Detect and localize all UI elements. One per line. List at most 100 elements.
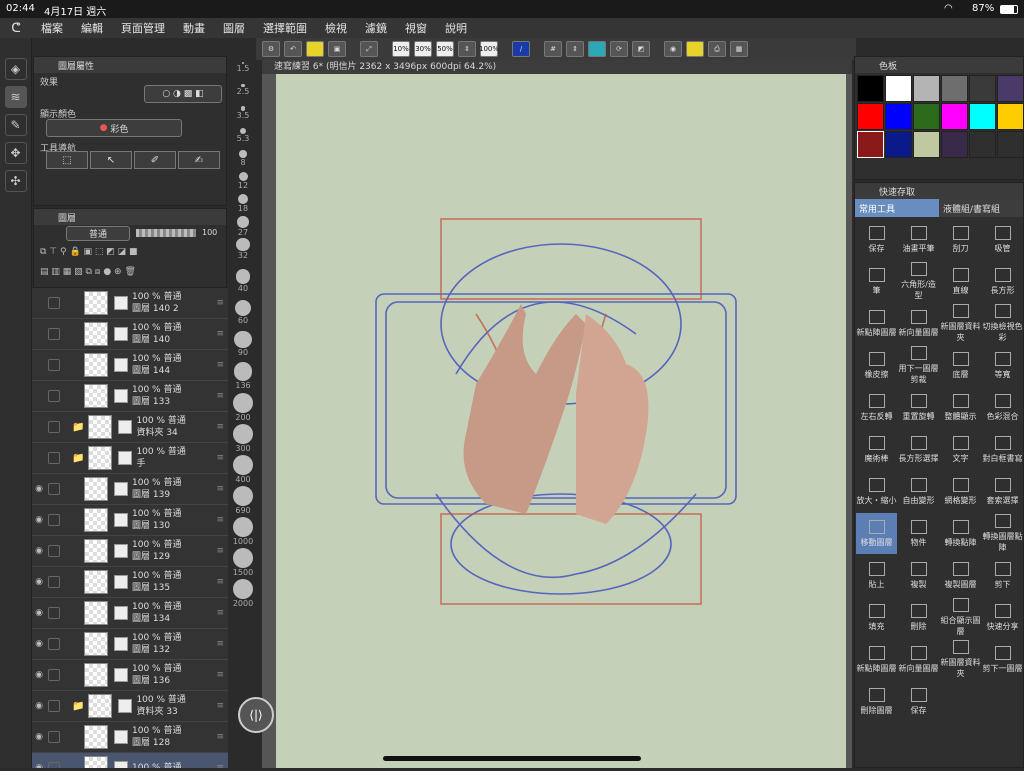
brush-size-option[interactable]: 400 <box>228 453 258 484</box>
circle-icon[interactable]: ◉ <box>664 41 682 57</box>
layer-checkbox[interactable] <box>48 762 60 768</box>
layer-row[interactable]: ◉ 100 % 普通 ≡ <box>32 753 228 768</box>
grid-icon[interactable]: # <box>544 41 562 57</box>
brush-size-option[interactable]: 1.5 <box>228 60 258 82</box>
tool-nav-select-icon[interactable]: ⬚ <box>46 151 88 169</box>
quick-access-item[interactable]: 自由變形 <box>898 471 939 512</box>
color-swatch[interactable] <box>913 131 940 158</box>
drag-handle-icon[interactable]: ≡ <box>216 732 224 742</box>
layer-checkbox[interactable] <box>48 390 60 402</box>
drag-handle-icon[interactable]: ≡ <box>216 701 224 711</box>
layer-checkbox[interactable] <box>48 421 60 433</box>
color-swatch[interactable] <box>997 75 1024 102</box>
layer-checkbox[interactable] <box>48 731 60 743</box>
menu-animation[interactable]: 動畫 <box>174 20 214 36</box>
fullscreen-icon[interactable]: ⤢ <box>360 41 378 57</box>
visibility-icon[interactable]: ◉ <box>32 639 46 649</box>
color-swatch[interactable] <box>997 131 1024 158</box>
quick-access-item[interactable]: 文字 <box>940 429 981 470</box>
quick-access-item[interactable]: 吸管 <box>982 219 1023 260</box>
layer-checkbox[interactable] <box>48 483 60 495</box>
layers-icon[interactable]: ≋ <box>4 86 27 108</box>
quick-access-item[interactable]: 新向量圖層 <box>898 303 939 344</box>
brush-size-option[interactable]: 5.3 <box>228 126 258 148</box>
quick-access-item[interactable]: 油畫平筆 <box>898 219 939 260</box>
quick-access-item[interactable]: 放大・縮小 <box>856 471 897 512</box>
menu-window[interactable]: 視窗 <box>396 20 436 36</box>
layer-row[interactable]: 100 % 普通 圖層 144 ≡ <box>32 350 228 381</box>
tab-common-tools[interactable]: 常用工具 <box>855 199 939 217</box>
drag-handle-icon[interactable]: ≡ <box>216 298 224 308</box>
drawing-canvas[interactable] <box>276 74 846 768</box>
layer-checkbox[interactable] <box>48 669 60 681</box>
drag-handle-icon[interactable]: ≡ <box>216 670 224 680</box>
layer-row[interactable]: ◉ 100 % 普通 圖層 128 ≡ <box>32 722 228 753</box>
flip-icon[interactable] <box>588 41 606 57</box>
layer-checkbox[interactable] <box>48 576 60 588</box>
color-swatch[interactable] <box>857 131 884 158</box>
quick-access-item[interactable]: 複製 <box>898 555 939 596</box>
save-icon[interactable] <box>306 41 324 57</box>
quick-access-item[interactable]: 保存 <box>898 681 939 722</box>
menu-layer[interactable]: 圖層 <box>214 20 254 36</box>
layer-checkbox[interactable] <box>48 297 60 309</box>
drag-handle-icon[interactable]: ≡ <box>216 608 224 618</box>
brush-size-option[interactable]: 18 <box>228 192 258 214</box>
layer-row[interactable]: ◉ 100 % 普通 圖層 136 ≡ <box>32 660 228 691</box>
color-swatch[interactable] <box>941 75 968 102</box>
quick-access-item[interactable]: 等寬 <box>982 345 1023 386</box>
canvas-nav-handle[interactable]: ⟨|⟩ <box>238 697 274 733</box>
quick-access-item[interactable]: 套索選擇 <box>982 471 1023 512</box>
app-logo-icon[interactable]: ᕦ <box>0 21 32 36</box>
brush-size-option[interactable]: 8 <box>228 148 258 170</box>
zoom-100-button[interactable]: 100% <box>479 41 499 57</box>
brush-size-option[interactable]: 40 <box>228 267 258 298</box>
layer-row[interactable]: 100 % 普通 圖層 133 ≡ <box>32 381 228 412</box>
quick-access-item[interactable]: 刪除 <box>898 597 939 638</box>
quick-access-item[interactable]: 轉換圖層點陣 <box>982 513 1023 554</box>
layer-checkbox[interactable] <box>48 359 60 371</box>
quick-access-item[interactable]: 用下一圖層剪裁 <box>898 345 939 386</box>
canvas-icon[interactable]: ▣ <box>328 41 346 57</box>
fit-icon[interactable]: ◩ <box>632 41 650 57</box>
color-swatch[interactable] <box>885 131 912 158</box>
layer-row[interactable]: ◉ 100 % 普通 圖層 132 ≡ <box>32 629 228 660</box>
drag-handle-icon[interactable]: ≡ <box>216 360 224 370</box>
visibility-icon[interactable]: ◉ <box>32 484 46 494</box>
color-swatch[interactable] <box>969 75 996 102</box>
quick-access-item[interactable]: 重置旋轉 <box>898 387 939 428</box>
brush-size-option[interactable]: 300 <box>228 422 258 453</box>
brush-size-option[interactable]: 2000 <box>228 577 258 608</box>
brush-size-option[interactable]: 200 <box>228 391 258 422</box>
drag-handle-icon[interactable]: ≡ <box>216 763 224 768</box>
canvas-tab[interactable]: 速寫練習 6* (明信片 2362 x 3496px 600dpi 64.2%) <box>262 60 852 74</box>
brush-size-option[interactable]: 1500 <box>228 546 258 577</box>
layer-checkbox[interactable] <box>48 700 60 712</box>
rotate-icon[interactable]: ⟳ <box>610 41 628 57</box>
drag-handle-icon[interactable]: ≡ <box>216 422 224 432</box>
menu-help[interactable]: 說明 <box>436 20 476 36</box>
tool-nav-arrow-icon[interactable]: ↖ <box>90 151 132 169</box>
brush-size-option[interactable]: 1000 <box>228 515 258 546</box>
quick-access-item[interactable]: 新點陣圖層 <box>856 303 897 344</box>
brush-size-option[interactable]: 690 <box>228 484 258 515</box>
visibility-icon[interactable]: ◉ <box>32 546 46 556</box>
quick-access-item[interactable]: 刪除圖層 <box>856 681 897 722</box>
visibility-icon[interactable]: ◉ <box>32 515 46 525</box>
quick-access-item[interactable]: 六角形/造型 <box>898 261 939 302</box>
color-swatch[interactable] <box>913 75 940 102</box>
layout-icon[interactable]: ▦ <box>730 41 748 57</box>
tool-nav-vector-icon[interactable]: ✐ <box>134 151 176 169</box>
drag-handle-icon[interactable]: ≡ <box>216 577 224 587</box>
zoom-10-button[interactable]: 10% <box>392 41 410 57</box>
zoom-30-button[interactable]: 30% <box>414 41 432 57</box>
visibility-icon[interactable]: ◉ <box>32 670 46 680</box>
visibility-icon[interactable]: ◉ <box>32 608 46 618</box>
brush-size-option[interactable]: 12 <box>228 170 258 192</box>
move-icon[interactable]: ✣ <box>4 170 27 192</box>
layer-row[interactable]: ◉ 📁 100 % 普通 資料夾 33 ≡ <box>32 691 228 722</box>
transform-icon[interactable]: ✥ <box>4 142 27 164</box>
layer-tool-row-2[interactable]: ▤ ▥ ▦ ▧ ⧉ ⧈ ● ⊕ 🗑 <box>40 267 136 277</box>
layer-checkbox[interactable] <box>48 638 60 650</box>
visibility-icon[interactable]: ◉ <box>32 763 46 768</box>
